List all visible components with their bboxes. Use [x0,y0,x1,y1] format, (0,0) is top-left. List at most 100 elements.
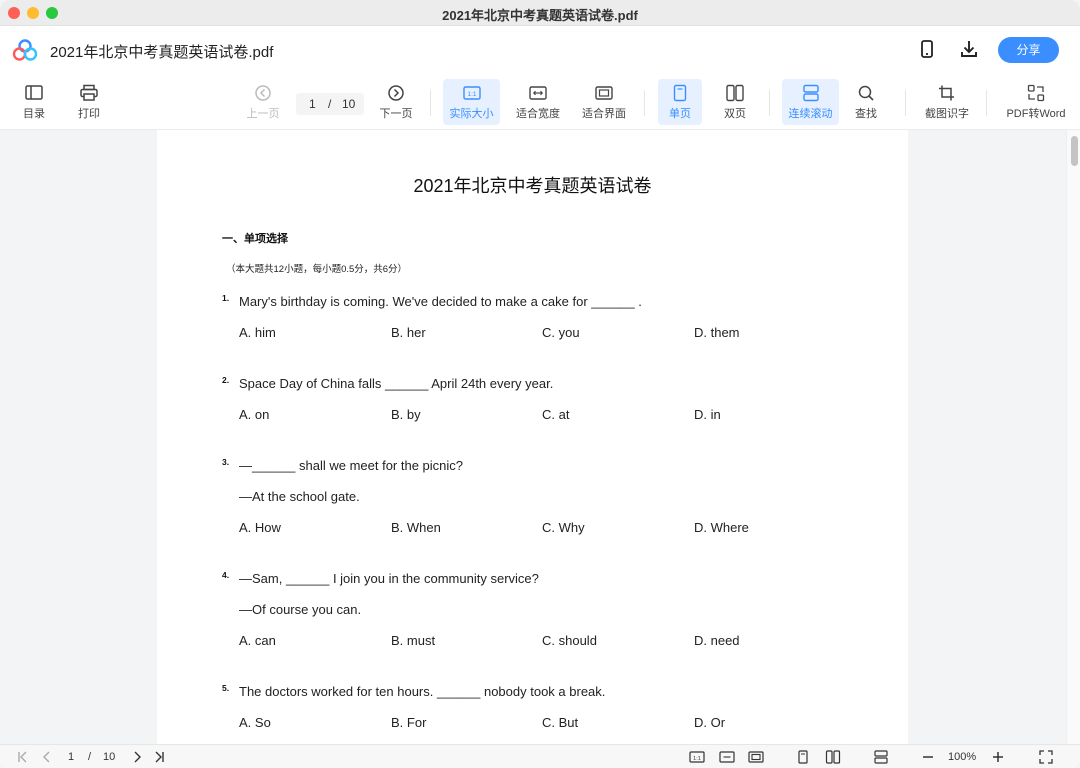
option-c: C. you [542,325,580,340]
status-bar: 1 / 10 1:1 100% [0,744,1080,768]
single-page-button[interactable]: 单页 [658,79,702,125]
section-heading: 一、单项选择 [222,233,288,245]
toc-label: 目录 [23,108,45,120]
next-page-icon[interactable] [130,750,144,764]
toolbar-divider [644,90,645,116]
search-icon [858,85,874,101]
zoom-out-icon[interactable] [921,750,935,764]
status-current-page[interactable]: 1 [68,751,74,763]
option-d: D. in [694,407,721,422]
question-text: Space Day of China falls ______ April 24… [239,376,554,391]
window-title: 2021年北京中考真题英语试卷.pdf [442,8,638,23]
mobile-phone-icon[interactable] [916,38,938,60]
vertical-scrollbar[interactable] [1066,130,1080,744]
total-pages: 10 [342,97,356,111]
toolbar: 目录 打印 上一页 1 / 10 下一页 1:1 实际大小 适合宽度 适合界面 … [0,74,1080,130]
question-number: 3. [222,457,230,467]
svg-text:1:1: 1:1 [467,91,476,98]
toolbar-divider [430,90,431,116]
page-separator: / [328,97,332,111]
section-instruction: （本大题共12小题，每小题0.5分，共6分） [226,264,408,275]
fit-width-icon[interactable] [719,750,735,764]
pdf-to-word-label: PDF转Word [1006,108,1066,120]
option-d: D. them [694,325,740,340]
double-page-icon [726,84,744,102]
next-page-label: 下一页 [379,108,413,120]
printer-icon [80,84,98,101]
svg-text:1:1: 1:1 [693,756,701,762]
fit-page-label: 适合界面 [582,108,626,120]
continuous-scroll-icon[interactable] [873,750,889,764]
single-page-icon [673,84,687,102]
question-text: Mary's birthday is coming. We've decided… [239,294,642,309]
question-number: 5. [222,683,230,693]
zoom-level[interactable]: 100% [948,751,976,763]
option-c: C. Why [542,520,585,535]
continuous-scroll-icon [802,84,819,102]
continuous-scroll-button[interactable]: 连续滚动 [782,79,839,125]
sidebar-icon [25,85,43,100]
toc-button[interactable]: 目录 [14,79,54,125]
option-c: C. But [542,715,579,730]
continuous-scroll-label: 连续滚动 [788,108,833,120]
fit-page-icon[interactable] [748,750,764,764]
print-button[interactable]: 打印 [69,79,109,125]
single-page-label: 单页 [669,108,691,120]
download-icon[interactable] [958,38,980,60]
pdf-page: 2021年北京中考真题英语试卷 一、单项选择 （本大题共12小题，每小题0.5分… [157,130,908,744]
actual-size-icon[interactable]: 1:1 [689,750,705,764]
fit-width-button[interactable]: 适合宽度 [511,79,565,125]
fullscreen-icon[interactable] [1039,750,1053,764]
ocr-label: 截图识字 [925,108,969,120]
question-text-line-2: —Of course you can. [239,602,362,617]
print-label: 打印 [78,108,100,120]
status-page-separator: / [88,751,92,763]
question-number: 1. [222,293,230,303]
option-b: B. her [391,325,426,340]
zoom-in-icon[interactable] [991,750,1005,764]
prev-page-label: 上一页 [246,108,280,120]
last-page-icon[interactable] [152,750,166,764]
toolbar-divider [905,90,906,116]
share-button[interactable]: 分享 [998,37,1059,63]
fit-width-label: 适合宽度 [516,108,560,120]
double-page-button[interactable]: 双页 [713,79,757,125]
option-a: A. him [239,325,276,340]
option-b: B. by [391,407,421,422]
actual-size-button[interactable]: 1:1 实际大小 [443,79,500,125]
pdf-to-word-button[interactable]: PDF转Word [1000,79,1072,125]
question-text: —Sam, ______ I join you in the community… [239,571,539,586]
double-page-icon[interactable] [825,750,841,764]
exam-title: 2021年北京中考真题英语试卷 [413,176,652,196]
find-button[interactable]: 查找 [846,79,886,125]
option-a: A. on [239,407,270,422]
app-header: 2021年北京中考真题英语试卷.pdf 分享 [0,26,1080,74]
document-viewport[interactable]: 2021年北京中考真题英语试卷 一、单项选择 （本大题共12小题，每小题0.5分… [0,130,1080,744]
single-page-icon[interactable] [796,750,810,764]
fit-page-button[interactable]: 适合界面 [576,79,632,125]
option-d: D. need [694,633,740,648]
next-page-button[interactable]: 下一页 [375,79,417,125]
option-d: D. Or [694,715,726,730]
status-total-pages: 10 [103,751,116,763]
page-number-field[interactable]: 1 / 10 [296,93,364,115]
option-a: A. So [239,715,271,730]
option-c: C. should [542,633,597,648]
option-c: C. at [542,407,570,422]
prev-page-icon[interactable] [40,750,54,764]
question-number: 2. [222,375,230,385]
prev-page-button[interactable]: 上一页 [242,79,284,125]
scrollbar-thumb[interactable] [1071,136,1078,166]
question-text-line-2: —At the school gate. [239,489,360,504]
toolbar-divider [986,90,987,116]
find-label: 查找 [855,108,877,120]
toolbar-divider [769,90,770,116]
option-b: B. must [391,633,436,648]
actual-size-label: 实际大小 [449,108,494,120]
first-page-icon[interactable] [16,750,30,764]
chevron-left-circle-icon [255,85,271,101]
ocr-screenshot-button[interactable]: 截图识字 [920,79,974,125]
app-window: 2021年北京中考真题英语试卷.pdf 2021年北京中考真题英语试卷.pdf … [0,0,1080,768]
current-page-input[interactable]: 1 [309,97,316,111]
option-a: A. How [239,520,281,535]
